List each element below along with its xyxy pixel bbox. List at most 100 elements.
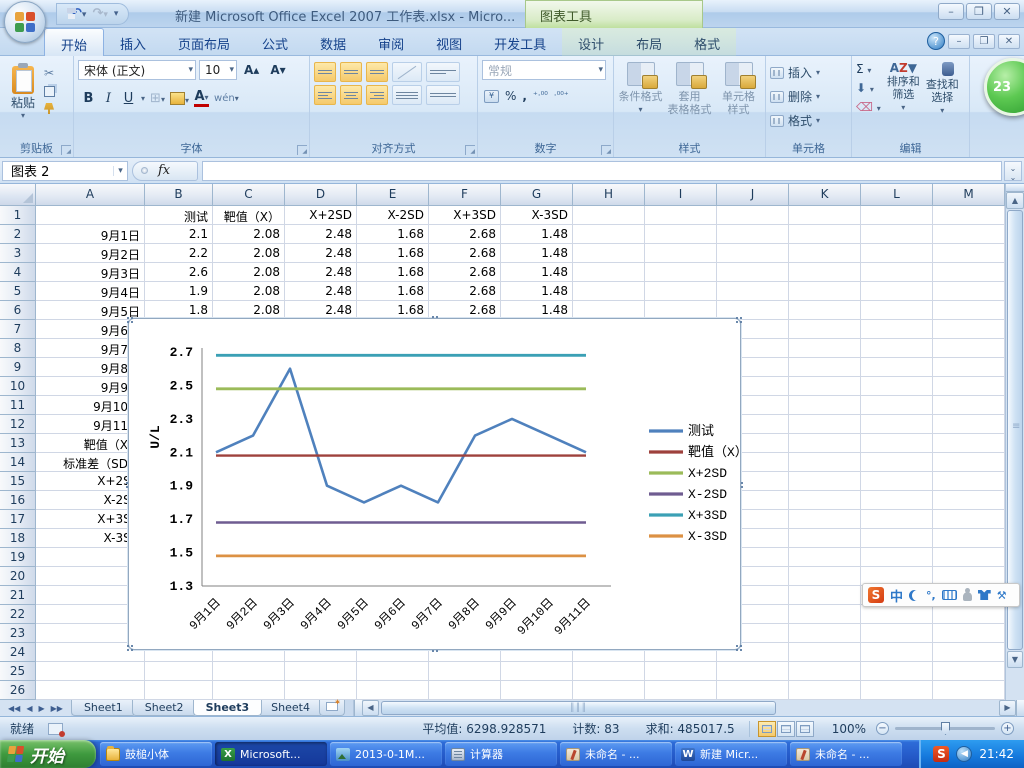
row-header-9[interactable]: 9 [0, 358, 36, 377]
paste-button[interactable]: 粘贴 ▾ [4, 62, 42, 134]
column-header-J[interactable]: J [717, 184, 789, 206]
cell-K16[interactable] [789, 491, 861, 510]
cell-M3[interactable] [933, 244, 1005, 263]
sogou-tray-icon[interactable]: S [933, 746, 949, 762]
cell-L4[interactable] [861, 263, 933, 282]
column-header-E[interactable]: E [357, 184, 429, 206]
page-layout-view-button[interactable] [777, 721, 795, 737]
cell-M4[interactable] [933, 263, 1005, 282]
cell-J5[interactable] [717, 282, 789, 301]
cell-M6[interactable] [933, 301, 1005, 320]
tab-home[interactable]: 开始 [44, 28, 104, 56]
row-header-2[interactable]: 2 [0, 225, 36, 244]
chart-handle-w[interactable] [124, 480, 130, 490]
cell-B1[interactable]: 测试 [145, 206, 213, 225]
column-header-F[interactable]: F [429, 184, 501, 206]
cell-L13[interactable] [861, 434, 933, 453]
select-all-corner[interactable] [0, 184, 36, 206]
cell-A26[interactable] [36, 681, 145, 700]
vertical-scrollbar[interactable]: ▲ ▼ [1005, 184, 1024, 700]
merge-center-button[interactable] [426, 85, 460, 105]
cell-C3[interactable]: 2.08 [213, 244, 285, 263]
cell-F3[interactable]: 2.68 [429, 244, 501, 263]
autosum-button[interactable]: Σ ▾ [856, 62, 881, 76]
row-header-11[interactable]: 11 [0, 396, 36, 415]
row-header-3[interactable]: 3 [0, 244, 36, 263]
cell-B2[interactable]: 2.1 [145, 225, 213, 244]
cell-H2[interactable] [573, 225, 645, 244]
cell-C5[interactable]: 2.08 [213, 282, 285, 301]
cell-D5[interactable]: 2.48 [285, 282, 357, 301]
cell-F26[interactable] [429, 681, 501, 700]
cell-G4[interactable]: 1.48 [501, 263, 573, 282]
cell-K2[interactable] [789, 225, 861, 244]
fill-color-button[interactable]: ▾ [170, 90, 189, 107]
cell-G5[interactable]: 1.48 [501, 282, 573, 301]
cell-H25[interactable] [573, 662, 645, 681]
cell-G26[interactable] [501, 681, 573, 700]
cell-K14[interactable] [789, 453, 861, 472]
cell-K18[interactable] [789, 529, 861, 548]
insert-function-button[interactable]: fx [158, 163, 170, 178]
ime-skin-icon[interactable] [978, 590, 991, 600]
tab-developer[interactable]: 开发工具 [478, 28, 562, 56]
cell-L15[interactable] [861, 472, 933, 491]
cell-M18[interactable] [933, 529, 1005, 548]
minimize-button[interactable]: – [938, 3, 964, 20]
scroll-right-button[interactable]: ▶ [999, 700, 1016, 716]
row-header-21[interactable]: 21 [0, 586, 36, 605]
ime-punctuation-button[interactable]: °, [926, 589, 936, 602]
column-header-D[interactable]: D [285, 184, 357, 206]
accounting-format-button[interactable]: ¥ [484, 90, 499, 103]
align-center-button[interactable] [340, 85, 362, 105]
first-sheet-button[interactable]: ◀◀ [6, 704, 22, 713]
workbook-close-button[interactable]: ✕ [998, 34, 1020, 49]
taskbar-task-1[interactable]: XMicrosoft... [215, 742, 327, 766]
sheet-tab-sheet1[interactable]: Sheet1 [71, 700, 136, 716]
row-header-24[interactable]: 24 [0, 643, 36, 662]
chart-handle-ne[interactable] [734, 315, 744, 325]
taskbar-task-3[interactable]: 计算器 [445, 742, 557, 766]
cell-I2[interactable] [645, 225, 717, 244]
cell-D4[interactable]: 2.48 [285, 263, 357, 282]
find-select-button[interactable]: 查找和 选择 ▾ [926, 62, 959, 117]
cell-C2[interactable]: 2.08 [213, 225, 285, 244]
cell-D2[interactable]: 2.48 [285, 225, 357, 244]
ime-language-mode-button[interactable]: 中 [890, 586, 903, 605]
cell-A5[interactable]: 9月4日 [36, 282, 145, 301]
cell-I3[interactable] [645, 244, 717, 263]
zoom-level[interactable]: 100% [822, 722, 876, 736]
chart-object[interactable]: 1.31.51.71.92.12.32.52.7U/L9月1日9月2日9月3日9… [128, 318, 741, 650]
clipboard-dialog-launcher[interactable] [61, 145, 71, 155]
cell-L10[interactable] [861, 377, 933, 396]
cell-M10[interactable] [933, 377, 1005, 396]
align-right-button[interactable] [366, 85, 388, 105]
cell-H5[interactable] [573, 282, 645, 301]
horizontal-scroll-thumb[interactable]: ║║║ [381, 701, 776, 715]
row-header-12[interactable]: 12 [0, 415, 36, 434]
sheet-tab-sheet2[interactable]: Sheet2 [132, 700, 197, 716]
format-as-table-button[interactable]: 套用 表格格式 [667, 62, 712, 139]
cell-B3[interactable]: 2.2 [145, 244, 213, 263]
tab-review[interactable]: 审阅 [362, 28, 420, 56]
cell-E26[interactable] [357, 681, 429, 700]
row-header-6[interactable]: 6 [0, 301, 36, 320]
cell-F25[interactable] [429, 662, 501, 681]
chart-handle-se[interactable] [734, 643, 744, 653]
cell-G1[interactable]: X-3SD [501, 206, 573, 225]
cell-M25[interactable] [933, 662, 1005, 681]
fill-button[interactable]: ⬇ ▾ [856, 81, 881, 95]
tab-formulas[interactable]: 公式 [246, 28, 304, 56]
cell-I1[interactable] [645, 206, 717, 225]
cell-M23[interactable] [933, 624, 1005, 643]
cell-G25[interactable] [501, 662, 573, 681]
workbook-restore-button[interactable]: ❐ [973, 34, 995, 49]
row-header-14[interactable]: 14 [0, 453, 36, 472]
cell-L12[interactable] [861, 415, 933, 434]
number-format-combo[interactable]: 常规 ▾ [482, 60, 606, 80]
grow-font-button[interactable]: A▴ [240, 61, 263, 79]
scroll-left-button[interactable]: ◀ [362, 700, 379, 716]
cell-L8[interactable] [861, 339, 933, 358]
tab-data[interactable]: 数据 [304, 28, 362, 56]
cell-A3[interactable]: 9月2日 [36, 244, 145, 263]
